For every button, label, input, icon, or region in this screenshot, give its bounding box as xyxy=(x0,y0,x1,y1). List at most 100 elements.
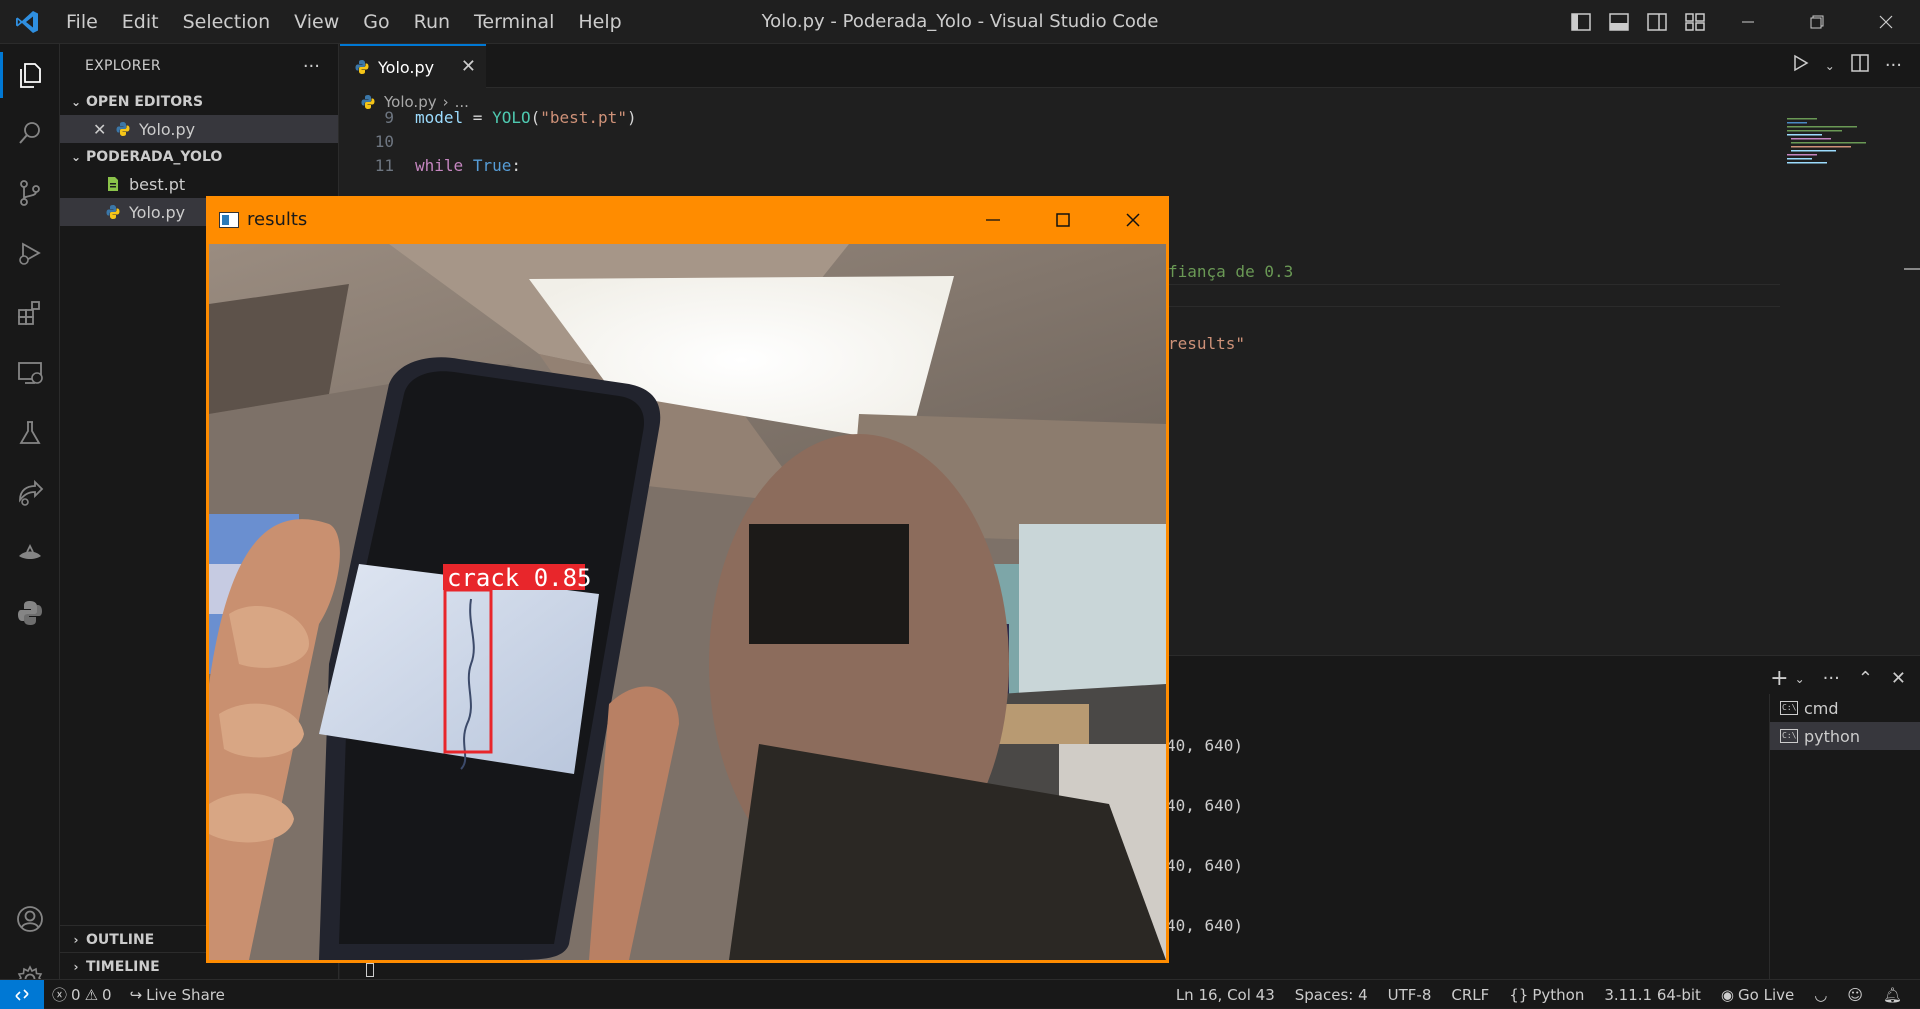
menu-view[interactable]: View xyxy=(282,0,351,44)
window-app-icon xyxy=(219,211,239,228)
menu-edit[interactable]: Edit xyxy=(110,0,171,44)
detection-label: crack 0.85 xyxy=(447,564,592,592)
terminal-output-line: 40, 640) xyxy=(1166,916,1244,935)
chevron-down-icon[interactable]: ⌄ xyxy=(1825,59,1835,73)
testing-icon[interactable] xyxy=(0,404,60,462)
file-item-best-pt[interactable]: best.pt xyxy=(60,170,338,198)
go-live-button[interactable]: ◉ Go Live xyxy=(1721,986,1794,1004)
source-control-icon[interactable] xyxy=(0,164,60,222)
code-line: model = YOLO("best.pt") xyxy=(415,108,637,127)
more-actions-icon[interactable]: ··· xyxy=(1885,55,1902,76)
close-panel-icon[interactable]: ✕ xyxy=(1891,668,1906,689)
language-mode[interactable]: {} Python xyxy=(1509,986,1584,1004)
end-of-line[interactable]: CRLF xyxy=(1451,986,1489,1004)
terminal-cursor xyxy=(366,963,374,977)
terminal-item-cmd[interactable]: C:\ cmd xyxy=(1770,694,1920,722)
broadcast-icon: ◉ xyxy=(1720,985,1735,1004)
terminal-item-python[interactable]: C:\ python xyxy=(1770,722,1920,750)
chevron-down-icon[interactable]: ⌄ xyxy=(1795,672,1805,686)
terminal-output-line: 40, 640) xyxy=(1166,736,1244,755)
minimize-icon[interactable] xyxy=(1713,0,1782,44)
terminal-list: C:\ cmd C:\ python xyxy=(1769,694,1920,980)
folder-label: PODERADA_YOLO xyxy=(86,148,223,165)
editor-tabs: Yolo.py ✕ ⌄ ··· xyxy=(340,44,1920,88)
timeline-label: TIMELINE xyxy=(86,958,160,975)
new-terminal-icon[interactable]: + xyxy=(1770,666,1788,691)
terminal-name: cmd xyxy=(1804,698,1839,718)
live-share-icon: ↪ xyxy=(129,985,143,1004)
python-file-icon xyxy=(116,122,130,136)
file-icon xyxy=(108,177,118,191)
menu-terminal[interactable]: Terminal xyxy=(462,0,566,44)
camera-frame: crack 0.85 xyxy=(209,244,1166,960)
minimize-icon[interactable] xyxy=(958,197,1028,242)
minimap[interactable] xyxy=(1785,116,1885,176)
maximize-icon[interactable] xyxy=(1028,197,1098,242)
search-icon[interactable] xyxy=(0,104,60,162)
menu-help[interactable]: Help xyxy=(566,0,633,44)
vscode-logo-icon xyxy=(0,0,54,44)
folder-section[interactable]: ⌄ PODERADA_YOLO xyxy=(60,143,338,170)
explorer-icon[interactable] xyxy=(0,46,60,104)
close-editor-icon[interactable]: ✕ xyxy=(93,120,115,139)
remote-explorer-icon[interactable] xyxy=(0,344,60,402)
open-editor-filename: Yolo.py xyxy=(139,119,196,139)
jupyter-icon[interactable] xyxy=(0,524,60,582)
open-editors-section[interactable]: ⌄ OPEN EDITORS xyxy=(60,88,338,115)
loading-icon: ◡ xyxy=(1814,985,1828,1004)
menu-go[interactable]: Go xyxy=(351,0,401,44)
indentation[interactable]: Spaces: 4 xyxy=(1295,986,1368,1004)
maximize-panel-icon[interactable]: ⌃ xyxy=(1858,668,1873,689)
toggle-secondary-sidebar-icon[interactable] xyxy=(1644,9,1670,35)
live-share-button[interactable]: ↪ Live Share xyxy=(130,986,225,1004)
notifications-icon[interactable]: 🔔︎ xyxy=(1883,986,1902,1004)
feedback-icon[interactable]: ☺ xyxy=(1847,986,1863,1004)
menu-run[interactable]: Run xyxy=(402,0,462,44)
remote-indicator-icon[interactable] xyxy=(0,980,44,1009)
code-fragment-string: results" xyxy=(1168,334,1246,353)
live-share-icon[interactable] xyxy=(0,464,60,522)
results-window[interactable]: results crack 0.85 xyxy=(206,196,1169,963)
run-python-file-icon[interactable] xyxy=(1791,54,1809,77)
toggle-primary-sidebar-icon[interactable] xyxy=(1568,9,1594,35)
activity-bar xyxy=(0,44,60,993)
open-editor-item[interactable]: ✕ Yolo.py xyxy=(60,115,338,143)
restore-icon[interactable] xyxy=(1782,0,1851,44)
line-number: 10 xyxy=(374,132,394,151)
go-live-label: Go Live xyxy=(1738,985,1795,1004)
tab-close-icon[interactable]: ✕ xyxy=(461,56,476,77)
code-line: while True: xyxy=(415,156,521,175)
accounts-icon[interactable] xyxy=(0,890,60,948)
menu-selection[interactable]: Selection xyxy=(171,0,283,44)
language-label: Python xyxy=(1532,985,1585,1004)
split-editor-icon[interactable] xyxy=(1851,54,1869,77)
chevron-down-icon: ⌄ xyxy=(70,94,82,109)
status-bar: ⓧ 0 ⚠ 0 ↪ Live Share Ln 16, Col 43 Space… xyxy=(0,979,1920,1009)
python-file-icon xyxy=(355,60,369,74)
results-titlebar[interactable]: results xyxy=(207,197,1168,242)
extensions-icon[interactable] xyxy=(0,284,60,342)
chevron-right-icon: › xyxy=(73,932,79,947)
python-icon[interactable] xyxy=(0,584,60,642)
terminal-output-line: 40, 640) xyxy=(1166,856,1244,875)
close-icon[interactable] xyxy=(1098,197,1168,242)
customize-layout-icon[interactable] xyxy=(1682,9,1708,35)
terminal-icon: C:\ xyxy=(1780,729,1798,743)
tab-yolo-py[interactable]: Yolo.py ✕ xyxy=(340,44,486,88)
close-icon[interactable] xyxy=(1851,0,1920,44)
python-interpreter[interactable]: 3.11.1 64-bit xyxy=(1604,986,1701,1004)
menu-file[interactable]: File xyxy=(54,0,110,44)
live-share-label: Live Share xyxy=(146,985,225,1004)
problems-indicator[interactable]: ⓧ 0 ⚠ 0 xyxy=(52,984,112,1005)
cursor-position[interactable]: Ln 16, Col 43 xyxy=(1176,986,1275,1004)
results-title: results xyxy=(247,209,308,230)
explorer-title: EXPLORER xyxy=(85,58,161,74)
run-debug-icon[interactable] xyxy=(0,224,60,282)
more-actions-icon[interactable]: ··· xyxy=(1823,668,1840,689)
code-fragment-comment: fiança de 0.3 xyxy=(1168,262,1294,281)
encoding[interactable]: UTF-8 xyxy=(1388,986,1432,1004)
scrollbar[interactable] xyxy=(1904,268,1920,270)
terminal-output-line: 40, 640) xyxy=(1166,796,1244,815)
more-actions-icon[interactable]: ··· xyxy=(303,56,320,77)
toggle-panel-icon[interactable] xyxy=(1606,9,1632,35)
